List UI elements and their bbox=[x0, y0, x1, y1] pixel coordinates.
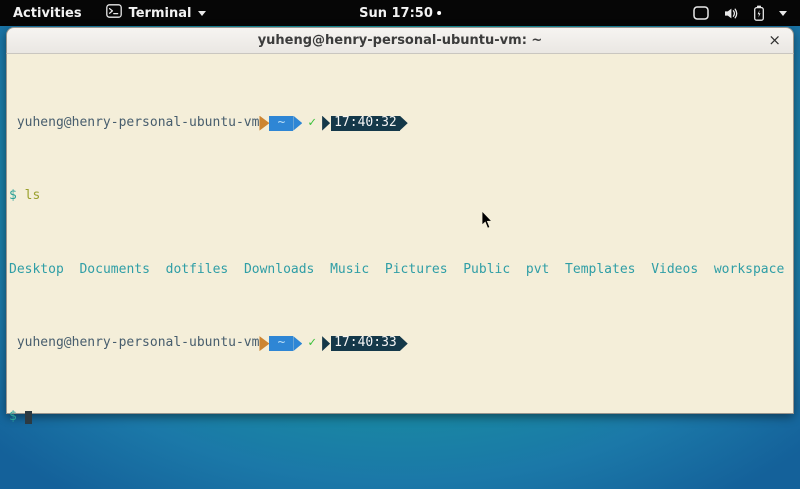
prompt-timestamp: 17:40:32 bbox=[331, 116, 400, 131]
close-icon[interactable]: × bbox=[768, 33, 781, 48]
system-status-area[interactable] bbox=[693, 5, 787, 21]
dropdown-caret-icon bbox=[779, 11, 787, 16]
ls-output-line: Desktop Documents dotfiles Downloads Mus… bbox=[9, 263, 793, 278]
directory-name: workspace bbox=[714, 263, 784, 278]
powerline-arrow-icon bbox=[259, 336, 269, 351]
directory-name: dotfiles bbox=[166, 263, 229, 278]
terminal-cursor bbox=[25, 411, 33, 424]
powerline-arrow-icon bbox=[322, 116, 330, 131]
prompt-line: yuheng@henry-personal-ubuntu-vm ~ ✓ 17:4… bbox=[9, 116, 793, 131]
directory-name: Videos bbox=[651, 263, 698, 278]
terminal-icon bbox=[106, 4, 122, 22]
battery-charging-icon bbox=[753, 5, 765, 21]
prompt-symbol: $ bbox=[9, 410, 17, 425]
mouse-cursor-icon bbox=[481, 211, 494, 234]
directory-name: Templates bbox=[565, 263, 635, 278]
directory-name: Public bbox=[463, 263, 510, 278]
directory-name: Documents bbox=[79, 263, 149, 278]
terminal-window: yuheng@henry-personal-ubuntu-vm: ~ × yuh… bbox=[6, 27, 794, 414]
powerline-arrow-icon bbox=[400, 116, 408, 131]
prompt-user-host: yuheng@henry-personal-ubuntu-vm bbox=[9, 336, 259, 351]
typed-command: ls bbox=[25, 189, 41, 204]
app-menu-label: Terminal bbox=[129, 6, 192, 21]
directory-name: Music bbox=[330, 263, 369, 278]
prompt-path-segment: ~ bbox=[269, 116, 293, 131]
prompt-line: yuheng@henry-personal-ubuntu-vm ~ ✓ 17:4… bbox=[9, 336, 793, 351]
prompt-timestamp: 17:40:33 bbox=[331, 336, 400, 351]
directory-name: Downloads bbox=[244, 263, 314, 278]
volume-icon bbox=[723, 6, 739, 21]
powerline-arrow-icon bbox=[400, 336, 408, 351]
chevron-down-icon bbox=[198, 11, 206, 16]
window-titlebar[interactable]: yuheng@henry-personal-ubuntu-vm: ~ × bbox=[6, 27, 794, 54]
powerline-arrow-icon bbox=[293, 336, 302, 351]
window-title: yuheng@henry-personal-ubuntu-vm: ~ bbox=[258, 33, 543, 48]
powerline-arrow-icon bbox=[293, 116, 302, 131]
prompt-user-host: yuheng@henry-personal-ubuntu-vm bbox=[9, 116, 259, 131]
status-check-icon: ✓ bbox=[308, 116, 316, 131]
powerline-arrow-icon bbox=[322, 336, 330, 351]
directory-name: Pictures bbox=[385, 263, 448, 278]
prompt-path-segment: ~ bbox=[269, 336, 293, 351]
prompt-symbol: $ bbox=[9, 189, 17, 204]
directory-name: Desktop bbox=[9, 263, 64, 278]
top-bar: Activities Terminal Sun 17:50 bbox=[0, 0, 800, 26]
activities-button[interactable]: Activities bbox=[13, 6, 82, 21]
powerline-arrow-icon bbox=[259, 116, 269, 131]
input-line: $ bbox=[9, 410, 793, 425]
clock-button[interactable]: Sun 17:50 bbox=[359, 6, 441, 21]
directory-name: pvt bbox=[526, 263, 549, 278]
notification-dot-icon bbox=[437, 11, 441, 15]
app-menu-terminal[interactable]: Terminal bbox=[106, 4, 207, 22]
status-check-icon: ✓ bbox=[308, 336, 316, 351]
screen-icon bbox=[693, 6, 709, 20]
clock-label: Sun 17:50 bbox=[359, 6, 433, 21]
terminal-screen[interactable]: yuheng@henry-personal-ubuntu-vm ~ ✓ 17:4… bbox=[6, 54, 794, 414]
command-line: $ ls bbox=[9, 189, 793, 204]
